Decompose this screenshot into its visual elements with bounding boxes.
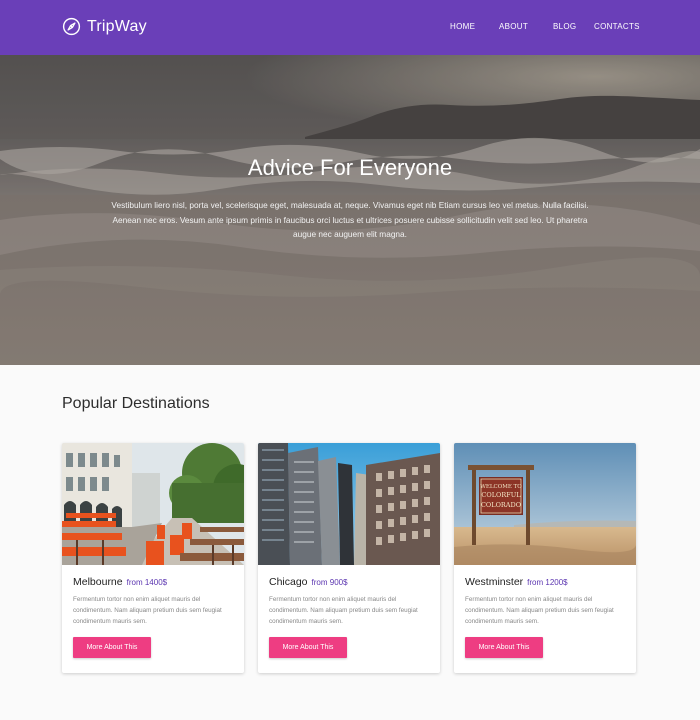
destination-card-melbourne: Melbourne from 1400$ Fermentum tortor non… bbox=[62, 443, 244, 673]
brand-logo[interactable]: TripWay bbox=[62, 17, 147, 36]
card-destination-name: Chicago bbox=[269, 576, 308, 588]
sign-line-3: COLORADO bbox=[481, 501, 521, 509]
card-destination-name: Westminster bbox=[465, 576, 524, 588]
section-title: Popular Destinations bbox=[62, 395, 210, 412]
destination-card-chicago: Chicago from 900$ Fermentum tortor non en… bbox=[258, 443, 440, 673]
more-about-button[interactable]: More About This bbox=[73, 637, 151, 658]
compass-icon bbox=[62, 17, 81, 36]
card-description: Fermentum tortor non enim aliquet mauris… bbox=[73, 596, 222, 625]
card-title: Chicago from 900$ bbox=[269, 576, 348, 588]
card-price: from 1400$ bbox=[126, 578, 168, 587]
card-title: Melbourne from 1400$ bbox=[73, 576, 167, 588]
chicago-skyscrapers-image bbox=[258, 443, 440, 565]
top-navbar: TripWay HOME ABOUT BLOG CONTACTS bbox=[0, 0, 700, 55]
nav-about-link[interactable]: ABOUT bbox=[499, 22, 528, 31]
more-about-button[interactable]: More About This bbox=[465, 637, 543, 658]
card-price: from 1200$ bbox=[527, 578, 568, 587]
sign-line-1: WELCOME TO bbox=[480, 484, 522, 490]
card-price: from 900$ bbox=[311, 578, 348, 587]
card-destination-name: Melbourne bbox=[73, 576, 123, 588]
card-description: Fermentum tortor non enim aliquet mauris… bbox=[269, 596, 418, 625]
hero-section: Advice For Everyone Vestibulum liero nis… bbox=[0, 55, 700, 365]
melbourne-street-image bbox=[62, 443, 244, 565]
hero-title: Advice For Everyone bbox=[247, 155, 453, 180]
destination-card-westminster: WELCOME TO COLORFUL COLORADO Westminster… bbox=[454, 443, 636, 673]
nav-blog-link[interactable]: BLOG bbox=[553, 22, 576, 31]
brand-name: TripWay bbox=[87, 17, 147, 35]
nav-home-link[interactable]: HOME bbox=[450, 22, 475, 31]
card-description: Fermentum tortor non enim aliquet mauris… bbox=[465, 596, 614, 625]
nav-contacts-link[interactable]: CONTACTS bbox=[594, 22, 640, 31]
sign-line-2: COLORFUL bbox=[481, 491, 521, 499]
card-title: Westminster from 1200$ bbox=[465, 576, 568, 588]
colorado-sign-image: WELCOME TO COLORFUL COLORADO bbox=[454, 443, 636, 565]
hero-description: Vestibulum liero nisl, porta vel, sceler… bbox=[111, 200, 589, 240]
more-about-button[interactable]: More About This bbox=[269, 637, 347, 658]
